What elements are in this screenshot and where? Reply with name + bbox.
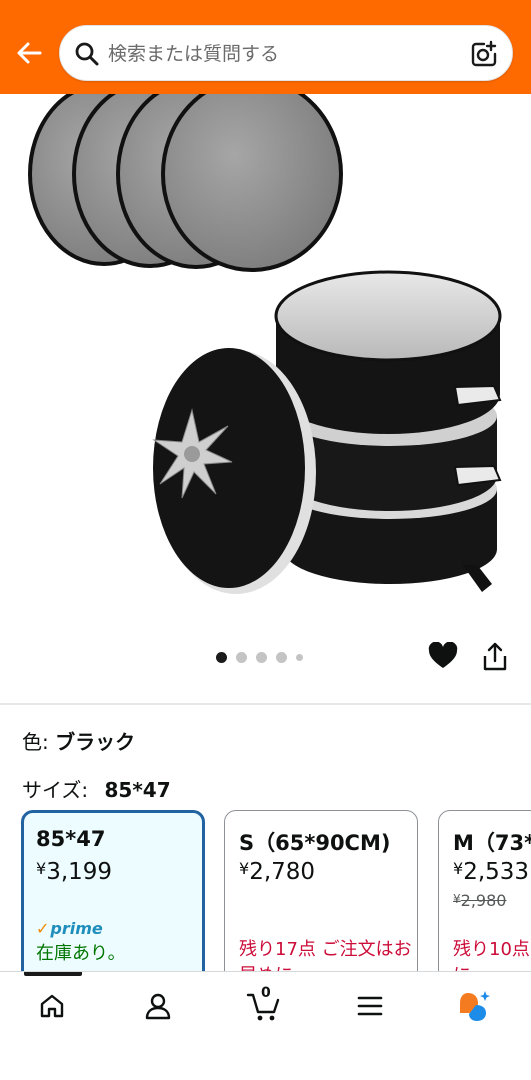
size-label: サイズ: bbox=[22, 778, 89, 802]
nav-home[interactable] bbox=[32, 988, 72, 1024]
cart-count: 0 bbox=[261, 985, 271, 1001]
back-arrow-icon bbox=[17, 42, 42, 64]
prime-badge: ✓prime bbox=[36, 919, 103, 938]
search-icon bbox=[75, 42, 99, 66]
assistant-icon bbox=[460, 991, 490, 1021]
size-option-name: 85*47 bbox=[36, 827, 106, 851]
product-image[interactable] bbox=[0, 94, 531, 630]
nav-account[interactable] bbox=[138, 988, 178, 1024]
home-icon bbox=[40, 994, 64, 1018]
nav-assistant[interactable] bbox=[454, 988, 494, 1024]
carousel-dot[interactable] bbox=[256, 651, 267, 663]
carousel-dot[interactable] bbox=[236, 651, 247, 663]
account-icon bbox=[145, 993, 171, 1020]
bottom-navigation: 0 bbox=[0, 971, 531, 1080]
search-bar[interactable] bbox=[59, 25, 513, 81]
camera-lens-icon[interactable] bbox=[470, 40, 498, 68]
size-option-name: M（73* bbox=[453, 831, 531, 855]
tire-pad-discs bbox=[28, 94, 343, 272]
back-button[interactable] bbox=[12, 36, 46, 70]
carousel-dot[interactable] bbox=[276, 651, 287, 663]
color-label: 色: bbox=[22, 730, 49, 754]
size-option-s[interactable]: S（65*90CM) ¥2,780 残り17点 ご注文はお早めに bbox=[224, 810, 418, 990]
nav-menu[interactable] bbox=[350, 988, 390, 1024]
active-tab-indicator bbox=[24, 972, 82, 976]
size-selection: サイズ: 85*47 bbox=[22, 774, 171, 803]
heart-icon[interactable] bbox=[428, 642, 458, 670]
section-divider bbox=[0, 703, 531, 705]
standing-tire-cover bbox=[152, 348, 316, 594]
size-option-m[interactable]: M（73* ¥2,533 ¥2,980 残り10点 お早めに bbox=[438, 810, 531, 990]
top-bar bbox=[0, 0, 531, 94]
color-selection: 色: ブラック bbox=[22, 726, 135, 755]
size-option-price: ¥2,780 bbox=[239, 859, 316, 885]
nav-cart[interactable]: 0 bbox=[244, 985, 284, 1024]
size-option-name: S（65*90CM) bbox=[239, 831, 391, 855]
product-page: 色: ブラック サイズ: 85*47 85*47 ¥3,199 ✓prime 在… bbox=[0, 0, 531, 1080]
color-value: ブラック bbox=[55, 730, 136, 754]
search-input[interactable] bbox=[108, 36, 458, 72]
stock-status: 在庫あり。 bbox=[36, 943, 126, 964]
menu-icon bbox=[357, 996, 383, 1016]
size-value: 85*47 bbox=[104, 778, 171, 802]
share-icon[interactable] bbox=[482, 642, 508, 672]
list-price: ¥2,980 bbox=[453, 891, 507, 910]
image-carousel-indicator bbox=[216, 651, 303, 663]
size-option-price: ¥2,533 bbox=[453, 859, 530, 885]
carousel-dot[interactable] bbox=[296, 653, 303, 661]
carousel-dot[interactable] bbox=[216, 651, 227, 663]
size-option-85x47[interactable]: 85*47 ¥3,199 ✓prime 在庫あり。 bbox=[21, 810, 205, 990]
size-option-price: ¥3,199 bbox=[36, 859, 113, 885]
